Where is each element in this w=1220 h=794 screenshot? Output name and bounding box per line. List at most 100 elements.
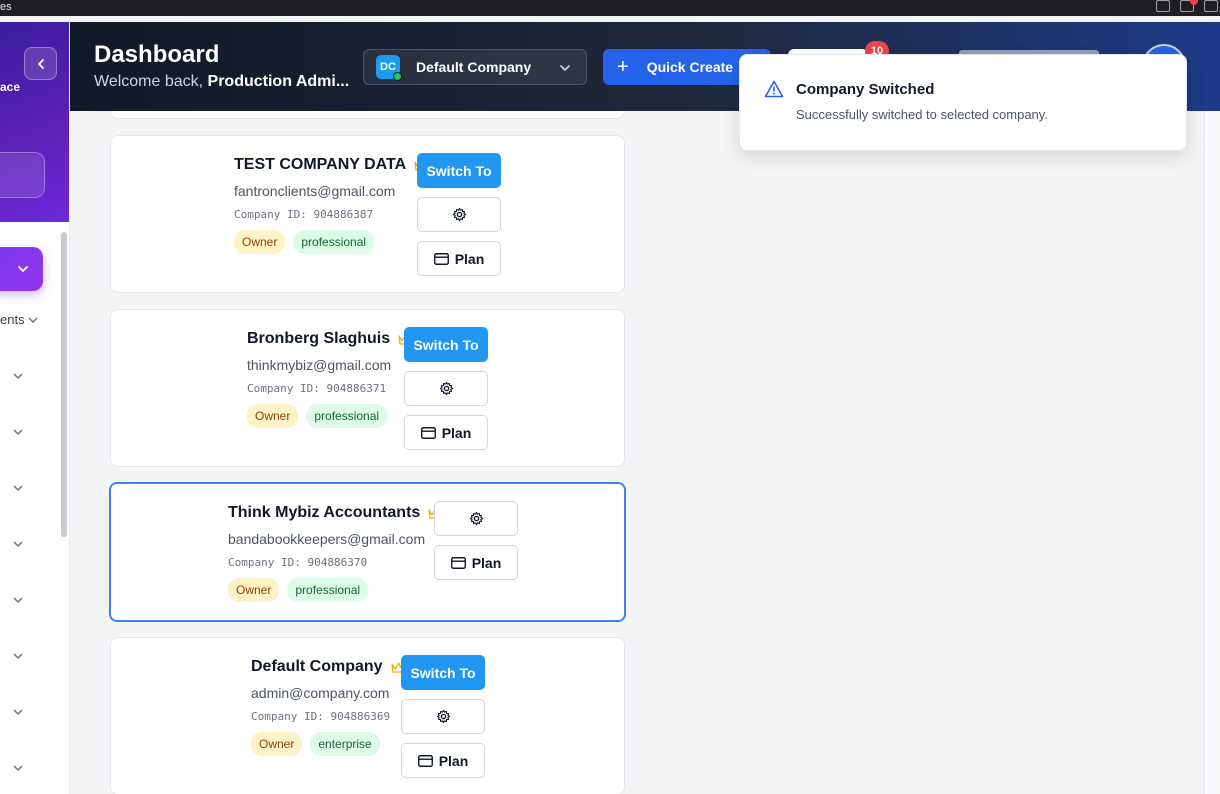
gear-icon (436, 709, 450, 724)
role-badge: Owner (234, 230, 286, 254)
plan-badge: professional (293, 230, 375, 254)
company-name-row: Think Mybiz Accountants (228, 504, 443, 522)
plan-button[interactable]: Plan (417, 241, 501, 276)
settings-button[interactable] (434, 501, 518, 536)
chevron-down-icon[interactable] (12, 594, 24, 606)
company-actions: Switch To Plan (417, 153, 501, 276)
toast-message: Successfully switched to selected compan… (796, 107, 1048, 122)
credit-card-icon (420, 426, 436, 439)
company-name: Think Mybiz Accountants (228, 504, 421, 521)
browser-top-bar: es (0, 0, 1220, 16)
settings-button[interactable] (404, 371, 488, 406)
collapse-sidebar-button[interactable] (24, 47, 57, 80)
company-name: Default Company (251, 658, 383, 675)
credit-card-icon (450, 556, 466, 569)
right-panel-edge (1204, 111, 1220, 794)
workspace-label: ace (0, 80, 21, 94)
plan-badge: enterprise (310, 732, 380, 756)
plan-button-label: Plan (471, 554, 502, 571)
chevron-down-icon (560, 65, 570, 72)
credit-card-icon (433, 252, 449, 265)
toast-title: Company Switched (796, 81, 935, 98)
company-card: TEST COMPANY DATA fantronclients@gmail.c… (110, 135, 625, 293)
switch-to-button[interactable]: Switch To (417, 153, 501, 188)
company-name-row: Bronberg Slaghuis (247, 330, 413, 348)
company-badges: Owner enterprise (251, 732, 406, 756)
company-card: Default Company admin@company.com Compan… (110, 637, 625, 794)
role-badge: Owner (247, 404, 299, 428)
page-title: Dashboard (94, 41, 220, 68)
company-id: Company ID: 904886371 (247, 382, 387, 395)
plan-button-label: Plan (438, 752, 469, 769)
welcome-prefix: Welcome back, (94, 73, 208, 90)
company-email: admin@company.com (251, 685, 390, 701)
chevron-down-icon[interactable] (12, 482, 24, 494)
company-actions: Switch To Plan (404, 327, 488, 450)
chevron-down-icon[interactable] (12, 538, 24, 550)
gear-icon (469, 511, 483, 526)
company-info: Bronberg Slaghuis thinkmybiz@gmail.com C… (247, 330, 413, 428)
plan-badge: professional (287, 578, 369, 602)
company-card: Bronberg Slaghuis thinkmybiz@gmail.com C… (110, 309, 625, 467)
quick-create-label: Quick Create (646, 59, 734, 75)
chevron-down-icon[interactable] (12, 650, 24, 662)
company-id: Company ID: 904886370 (228, 556, 368, 569)
plan-badge: professional (306, 404, 388, 428)
company-card-partial (110, 111, 625, 119)
chevron-down-icon[interactable] (12, 370, 24, 382)
companies-list: TEST COMPANY DATA fantronclients@gmail.c… (70, 111, 1220, 794)
company-selector[interactable]: DC Default Company (363, 49, 587, 85)
company-badges: Owner professional (234, 230, 429, 254)
company-actions: Plan (434, 501, 518, 580)
company-email: thinkmybiz@gmail.com (247, 357, 392, 373)
company-badges: Owner professional (228, 578, 443, 602)
company-name: TEST COMPANY DATA (234, 156, 407, 173)
switch-to-button[interactable]: Switch To (404, 327, 488, 362)
company-id: Company ID: 904886387 (234, 208, 374, 221)
chevron-down-icon (18, 266, 28, 273)
company-name: Bronberg Slaghuis (247, 330, 391, 347)
sidebar-item-ents[interactable]: ents (0, 312, 39, 327)
chevron-down-icon (28, 316, 38, 323)
welcome-user-name: Production Admi... (207, 73, 350, 90)
settings-button[interactable] (417, 197, 501, 232)
welcome-message: Welcome back, Production Admi... (94, 73, 349, 91)
external-icon[interactable] (1204, 0, 1218, 12)
selected-company-name: Default Company (416, 59, 532, 75)
company-badges: Owner professional (247, 404, 413, 428)
sidebar-active-item[interactable] (0, 247, 43, 291)
chevron-down-icon[interactable] (12, 426, 24, 438)
sidebar: ace ents (0, 22, 70, 794)
sidebar-item-label: ents (0, 312, 25, 327)
plan-button-label: Plan (441, 424, 472, 441)
company-info: Think Mybiz Accountants bandabookkeepers… (228, 504, 443, 602)
workspace-switcher[interactable] (0, 152, 45, 198)
toast-notification[interactable]: Company Switched Successfully switched t… (739, 54, 1187, 151)
company-card-selected: Think Mybiz Accountants bandabookkeepers… (109, 482, 626, 622)
company-info: TEST COMPANY DATA fantronclients@gmail.c… (234, 156, 429, 254)
switch-to-button[interactable]: Switch To (401, 655, 485, 690)
gear-icon (452, 207, 466, 222)
devices-icon[interactable] (1156, 0, 1170, 12)
plus-icon: + (617, 56, 629, 78)
gear-icon (439, 381, 453, 396)
chevron-down-icon[interactable] (12, 762, 24, 774)
browser-toolbar-icons (1156, 0, 1220, 12)
chevron-left-icon (37, 58, 44, 69)
credit-card-icon (417, 754, 433, 767)
plan-button[interactable]: Plan (434, 545, 518, 580)
plan-button[interactable]: Plan (401, 743, 485, 778)
company-info: Default Company admin@company.com Compan… (251, 658, 406, 756)
plan-button-label: Plan (454, 250, 485, 267)
chevron-down-icon[interactable] (12, 706, 24, 718)
company-email: bandabookkeepers@gmail.com (228, 531, 426, 547)
company-email: fantronclients@gmail.com (234, 183, 396, 199)
sidebar-scrollbar[interactable] (61, 232, 67, 537)
company-name-row: TEST COMPANY DATA (234, 156, 429, 174)
role-badge: Owner (251, 732, 303, 756)
company-name-row: Default Company (251, 658, 406, 676)
sidebar-header: ace (0, 22, 69, 222)
plan-button[interactable]: Plan (404, 415, 488, 450)
company-actions: Switch To Plan (401, 655, 485, 778)
settings-button[interactable] (401, 699, 485, 734)
